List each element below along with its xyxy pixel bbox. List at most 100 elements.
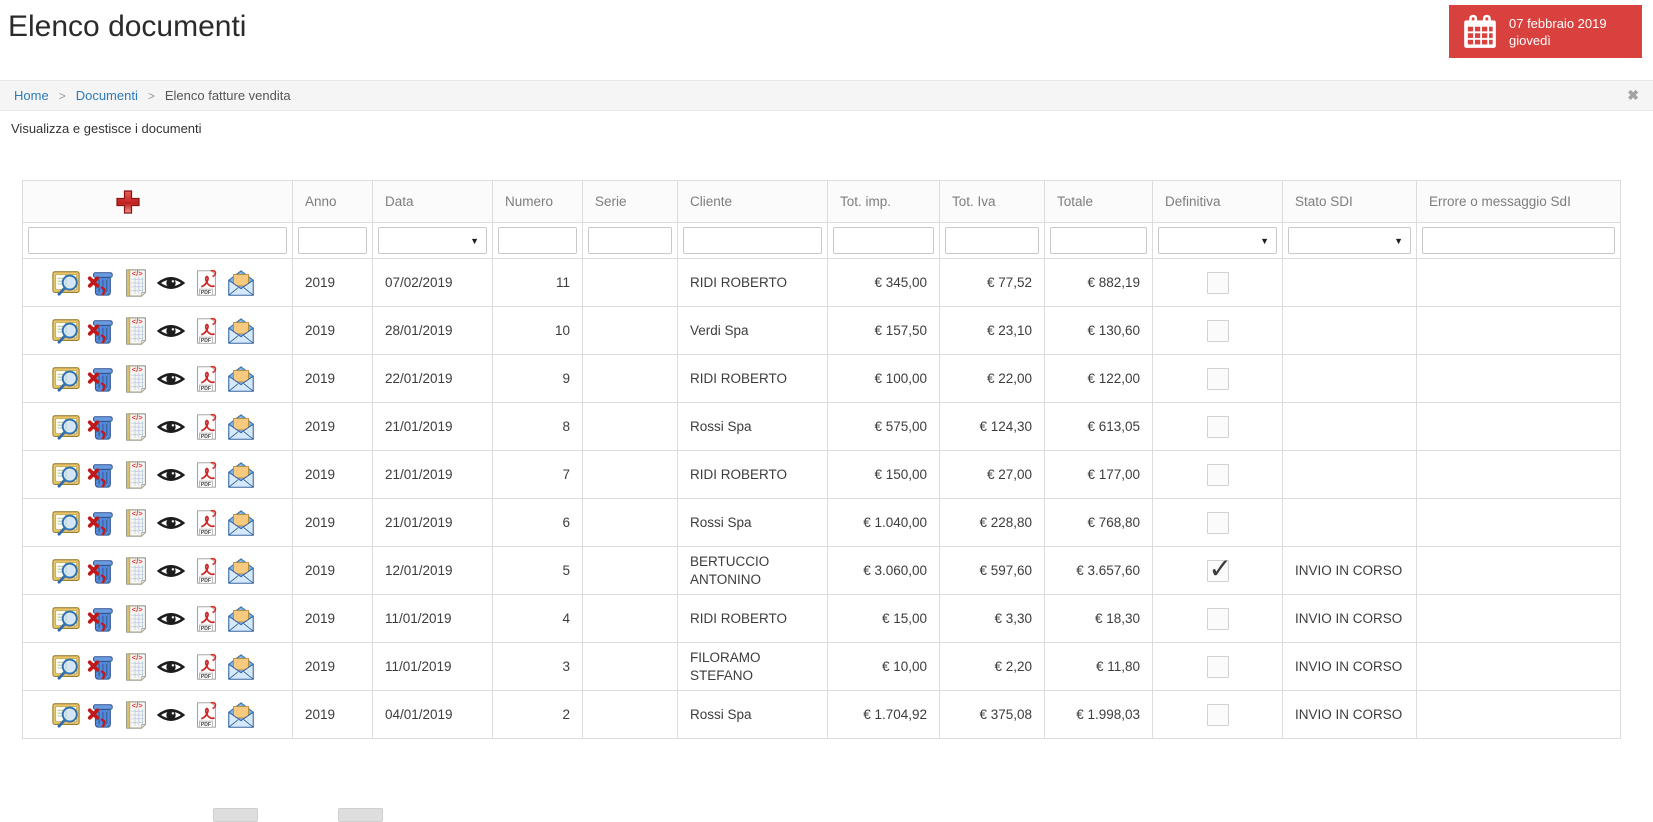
pdf-export-icon[interactable]: PDF bbox=[191, 460, 221, 490]
delete-document-icon[interactable] bbox=[86, 316, 116, 346]
preview-eye-icon[interactable] bbox=[156, 268, 186, 298]
delete-document-icon[interactable] bbox=[86, 364, 116, 394]
preview-eye-icon[interactable] bbox=[156, 412, 186, 442]
definitiva-checkbox[interactable] bbox=[1206, 607, 1229, 630]
pdf-export-icon[interactable]: PDF bbox=[191, 556, 221, 586]
xml-invoice-icon[interactable]: </> bbox=[121, 604, 151, 634]
send-email-icon[interactable] bbox=[226, 652, 256, 682]
send-email-icon[interactable] bbox=[226, 604, 256, 634]
view-document-icon[interactable] bbox=[51, 316, 81, 346]
definitiva-checkbox[interactable] bbox=[1206, 415, 1229, 438]
column-header-numero[interactable]: Numero bbox=[492, 180, 583, 223]
preview-eye-icon[interactable] bbox=[156, 604, 186, 634]
definitiva-checkbox[interactable] bbox=[1206, 319, 1229, 342]
delete-document-icon[interactable] bbox=[86, 556, 116, 586]
preview-eye-icon[interactable] bbox=[156, 364, 186, 394]
xml-invoice-icon[interactable]: </> bbox=[121, 556, 151, 586]
column-header-anno[interactable]: Anno bbox=[292, 180, 373, 223]
send-email-icon[interactable] bbox=[226, 508, 256, 538]
definitiva-checkbox[interactable] bbox=[1206, 367, 1229, 390]
xml-invoice-icon[interactable]: </> bbox=[121, 700, 151, 730]
xml-invoice-icon[interactable]: </> bbox=[121, 316, 151, 346]
cell-stato-sdi: INVIO IN CORSO bbox=[1282, 546, 1417, 595]
filter-tot-imp-input[interactable] bbox=[834, 228, 933, 253]
preview-eye-icon[interactable] bbox=[156, 700, 186, 730]
preview-eye-icon[interactable] bbox=[156, 652, 186, 682]
send-email-icon[interactable] bbox=[226, 364, 256, 394]
pdf-export-icon[interactable]: PDF bbox=[191, 268, 221, 298]
delete-document-icon[interactable] bbox=[86, 412, 116, 442]
preview-eye-icon[interactable] bbox=[156, 556, 186, 586]
breadcrumb-home-link[interactable]: Home bbox=[14, 88, 49, 103]
close-icon[interactable]: ✖ bbox=[1627, 87, 1639, 104]
column-header-cliente[interactable]: Cliente bbox=[677, 180, 828, 223]
xml-invoice-icon[interactable]: </> bbox=[121, 460, 151, 490]
view-document-icon[interactable] bbox=[51, 604, 81, 634]
filter-tot-iva-input[interactable] bbox=[946, 228, 1038, 253]
xml-invoice-icon[interactable]: </> bbox=[121, 364, 151, 394]
delete-document-icon[interactable] bbox=[86, 460, 116, 490]
filter-errore-input[interactable] bbox=[1423, 228, 1614, 253]
pdf-export-icon[interactable]: PDF bbox=[191, 364, 221, 394]
delete-document-icon[interactable] bbox=[86, 604, 116, 634]
send-email-icon[interactable] bbox=[226, 316, 256, 346]
filter-serie-input[interactable] bbox=[589, 228, 671, 253]
filter-data-input[interactable] bbox=[379, 228, 486, 253]
send-email-icon[interactable] bbox=[226, 700, 256, 730]
column-header-tot-iva[interactable]: Tot. Iva bbox=[939, 180, 1045, 223]
definitiva-checkbox[interactable] bbox=[1206, 511, 1229, 534]
definitiva-checkbox[interactable] bbox=[1206, 552, 1232, 585]
view-document-icon[interactable] bbox=[51, 700, 81, 730]
column-header-definitiva[interactable]: Definitiva bbox=[1152, 180, 1283, 223]
pagination-control[interactable] bbox=[213, 808, 258, 822]
xml-invoice-icon[interactable]: </> bbox=[121, 412, 151, 442]
xml-invoice-icon[interactable]: </> bbox=[121, 652, 151, 682]
xml-invoice-icon[interactable]: </> bbox=[121, 268, 151, 298]
preview-eye-icon[interactable] bbox=[156, 508, 186, 538]
column-header-errore[interactable]: Errore o messaggio SdI bbox=[1416, 180, 1621, 223]
pdf-export-icon[interactable]: PDF bbox=[191, 316, 221, 346]
pdf-export-icon[interactable]: PDF bbox=[191, 604, 221, 634]
send-email-icon[interactable] bbox=[226, 556, 256, 586]
column-header-data[interactable]: Data bbox=[372, 180, 493, 223]
filter-definitiva-select[interactable] bbox=[1159, 228, 1276, 253]
view-document-icon[interactable] bbox=[51, 364, 81, 394]
send-email-icon[interactable] bbox=[226, 460, 256, 490]
delete-document-icon[interactable] bbox=[86, 508, 116, 538]
filter-anno-input[interactable] bbox=[299, 228, 366, 253]
pdf-export-icon[interactable]: PDF bbox=[191, 412, 221, 442]
pdf-export-icon[interactable]: PDF bbox=[191, 700, 221, 730]
column-header-totale[interactable]: Totale bbox=[1044, 180, 1153, 223]
column-header-stato-sdi[interactable]: Stato SDI bbox=[1282, 180, 1417, 223]
preview-eye-icon[interactable] bbox=[156, 316, 186, 346]
filter-cliente-input[interactable] bbox=[684, 228, 821, 253]
filter-stato-sdi-select[interactable] bbox=[1289, 228, 1410, 253]
definitiva-checkbox[interactable] bbox=[1206, 271, 1229, 294]
add-document-button[interactable] bbox=[115, 189, 141, 215]
filter-numero-input[interactable] bbox=[499, 228, 576, 253]
definitiva-checkbox[interactable] bbox=[1206, 703, 1229, 726]
definitiva-checkbox[interactable] bbox=[1206, 463, 1229, 486]
delete-document-icon[interactable] bbox=[86, 268, 116, 298]
delete-document-icon[interactable] bbox=[86, 700, 116, 730]
filter-totale-input[interactable] bbox=[1051, 228, 1146, 253]
view-document-icon[interactable] bbox=[51, 268, 81, 298]
pdf-export-icon[interactable]: PDF bbox=[191, 508, 221, 538]
send-email-icon[interactable] bbox=[226, 412, 256, 442]
send-email-icon[interactable] bbox=[226, 268, 256, 298]
pagination-control[interactable] bbox=[338, 808, 383, 822]
view-document-icon[interactable] bbox=[51, 460, 81, 490]
view-document-icon[interactable] bbox=[51, 652, 81, 682]
filter-actions-input[interactable] bbox=[29, 228, 286, 253]
view-document-icon[interactable] bbox=[51, 412, 81, 442]
definitiva-checkbox[interactable] bbox=[1206, 655, 1229, 678]
preview-eye-icon[interactable] bbox=[156, 460, 186, 490]
view-document-icon[interactable] bbox=[51, 508, 81, 538]
column-header-serie[interactable]: Serie bbox=[582, 180, 678, 223]
view-document-icon[interactable] bbox=[51, 556, 81, 586]
xml-invoice-icon[interactable]: </> bbox=[121, 508, 151, 538]
delete-document-icon[interactable] bbox=[86, 652, 116, 682]
pdf-export-icon[interactable]: PDF bbox=[191, 652, 221, 682]
column-header-tot-imp[interactable]: Tot. imp. bbox=[827, 180, 940, 223]
breadcrumb-documenti-link[interactable]: Documenti bbox=[76, 88, 138, 103]
